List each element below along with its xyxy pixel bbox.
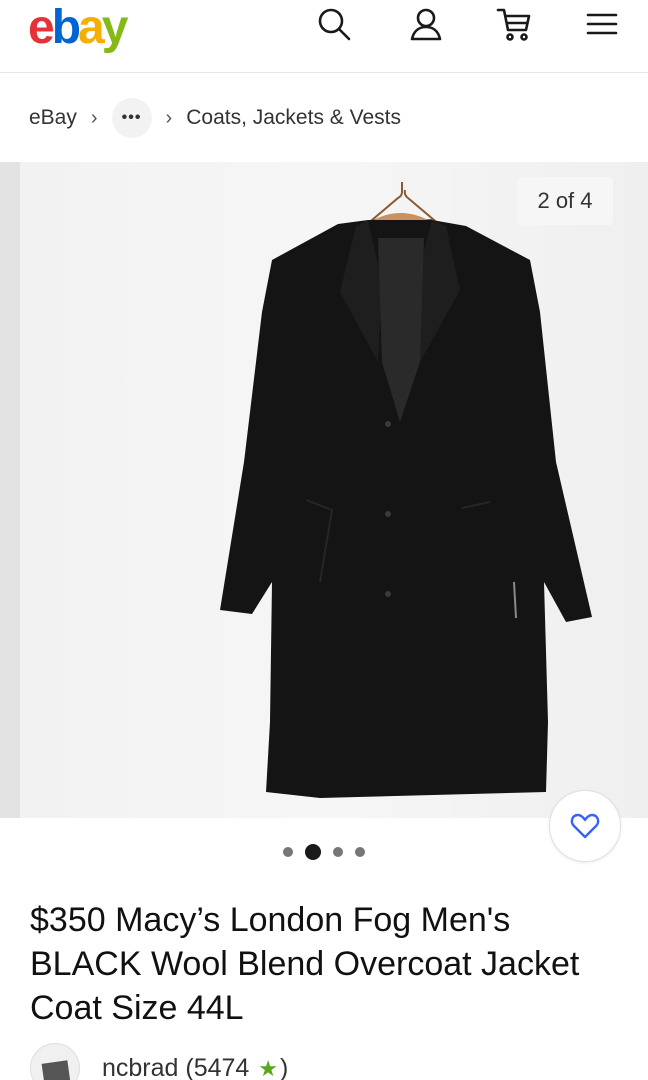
coat-image [220,182,592,798]
breadcrumb: eBay › ••• › Coats, Jackets & Vests [0,74,648,162]
seller-name: ncbrad [102,1053,179,1080]
breadcrumb-separator: › [165,106,173,129]
menu-icon[interactable] [580,2,624,46]
pagination-dot[interactable] [355,847,365,857]
seller-avatar[interactable] [30,1043,80,1080]
account-icon[interactable] [404,2,448,46]
product-photo[interactable] [20,162,648,818]
previous-image-peek [0,162,20,818]
seller-info: ncbrad (5474 ★) [30,1043,630,1080]
logo-letter-e: e [28,1,55,54]
logo-letter-b: b [51,1,81,54]
heart-icon [570,813,600,839]
logo-letter-a: a [78,1,105,54]
search-icon[interactable] [312,2,356,46]
breadcrumb-category-link[interactable]: Coats, Jackets & Vests [186,106,401,130]
seller-name-link[interactable]: ncbrad (5474 ★) [102,1054,288,1080]
top-header: ebay [0,0,648,73]
cart-icon[interactable] [492,2,536,46]
breadcrumb-separator: › [90,106,98,129]
seller-feedback-open: (5474 [178,1053,257,1080]
image-counter: 2 of 4 [517,177,613,225]
pagination-dot[interactable] [283,847,293,857]
logo-letter-y: y [101,1,129,54]
pagination-dot[interactable] [333,847,343,857]
gallery-pagination [0,840,648,864]
listing-title: $350 Macy’s London Fog Men's BLACK Wool … [30,901,580,1027]
ebay-logo[interactable]: ebay [28,1,129,54]
pagination-dot-active[interactable] [305,844,321,860]
breadcrumb-more-button[interactable]: ••• [111,98,152,138]
seller-feedback-close: ) [280,1053,289,1080]
breadcrumb-root-link[interactable]: eBay [29,106,77,130]
feedback-star-icon: ★ [258,1055,279,1080]
image-gallery[interactable]: 2 of 4 [0,162,648,818]
